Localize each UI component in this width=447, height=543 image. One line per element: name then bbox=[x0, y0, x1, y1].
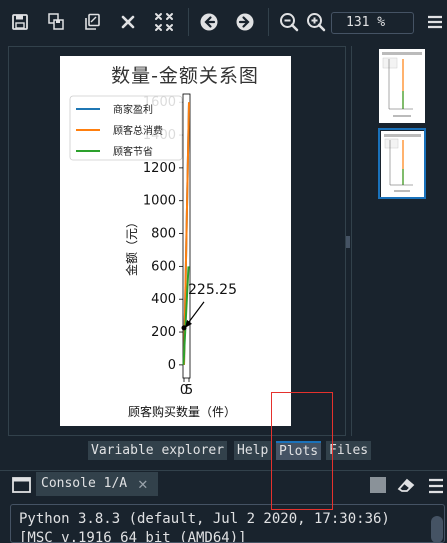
close-icon[interactable] bbox=[116, 10, 140, 34]
save-icon[interactable] bbox=[8, 10, 32, 34]
zoom-out-icon[interactable] bbox=[277, 10, 301, 34]
y-tick-label: 1000 bbox=[143, 194, 176, 209]
y-tick-label: 1200 bbox=[143, 161, 176, 176]
tab-variable-explorer[interactable]: Variable explorer bbox=[88, 441, 228, 460]
console-scrollbar[interactable] bbox=[431, 516, 443, 543]
console-tab-label: Console 1/A bbox=[41, 476, 128, 491]
plot-figure[interactable]: 数量-金额关系图 0200400600800100012001400160005… bbox=[60, 56, 291, 426]
y-tick-label: 200 bbox=[151, 325, 176, 340]
plot-thumbnail[interactable] bbox=[379, 49, 425, 123]
zoom-level-field[interactable]: 131 % bbox=[331, 12, 414, 34]
thumbnail-selection-frame bbox=[378, 128, 426, 199]
spyder-window: 131 % 数量-金额关系图 0200400600800100012001400… bbox=[0, 0, 447, 543]
console-window-icon[interactable] bbox=[12, 477, 32, 493]
zoom-in-icon[interactable] bbox=[304, 10, 328, 34]
close-all-icon[interactable] bbox=[152, 10, 176, 34]
tab-help[interactable]: Help bbox=[234, 441, 272, 460]
legend-label: 顾客节省 bbox=[113, 145, 153, 158]
close-tab-icon[interactable]: ✕ bbox=[138, 472, 148, 496]
legend-label: 商家盈利 bbox=[113, 103, 153, 116]
forward-icon[interactable] bbox=[233, 10, 257, 34]
console-tab[interactable]: Console 1/A ✕ bbox=[36, 472, 158, 496]
chart-title: 数量-金额关系图 bbox=[111, 65, 259, 87]
x-axis-label: 顾客购买数量（件） bbox=[128, 404, 236, 419]
eraser-icon[interactable] bbox=[396, 476, 416, 494]
annotation-point bbox=[181, 325, 187, 331]
console-output[interactable]: Python 3.8.3 (default, Jul 2 2020, 17:30… bbox=[10, 504, 445, 543]
hamburger-menu-icon[interactable] bbox=[427, 12, 443, 32]
plots-toolbar: 131 % bbox=[0, 0, 447, 44]
y-tick-label: 0 bbox=[168, 358, 176, 373]
console-menu-icon[interactable] bbox=[428, 477, 444, 495]
y-tick-label: 800 bbox=[151, 227, 176, 242]
back-icon[interactable] bbox=[197, 10, 221, 34]
chart: 数量-金额关系图 0200400600800100012001400160005… bbox=[69, 65, 259, 419]
x-tick-label: 5 bbox=[185, 383, 193, 398]
stop-icon[interactable] bbox=[370, 477, 386, 493]
chart-axes: 0200400600800100012001400160005商家盈利顾客总消费… bbox=[69, 93, 237, 398]
toolbar-separator bbox=[188, 8, 189, 36]
console-line: Python 3.8.3 (default, Jul 2 2020, 17:30… bbox=[19, 511, 390, 527]
pane-splitter-handle[interactable] bbox=[346, 236, 350, 248]
save-all-icon[interactable] bbox=[44, 10, 68, 34]
tab-plots[interactable]: Plots bbox=[276, 441, 322, 460]
y-tick-label: 400 bbox=[151, 292, 176, 307]
tab-files[interactable]: Files bbox=[326, 441, 372, 460]
console-line: [MSC v.1916 64 bit (AMD64)] bbox=[19, 530, 247, 543]
legend-label: 顾客总消费 bbox=[113, 124, 163, 137]
y-tick-label: 600 bbox=[151, 259, 176, 274]
annotation-label: 225.25 bbox=[188, 282, 237, 298]
copy-icon[interactable] bbox=[80, 10, 104, 34]
toolbar-separator bbox=[268, 8, 269, 36]
y-axis-label: 金额（元） bbox=[124, 216, 139, 276]
